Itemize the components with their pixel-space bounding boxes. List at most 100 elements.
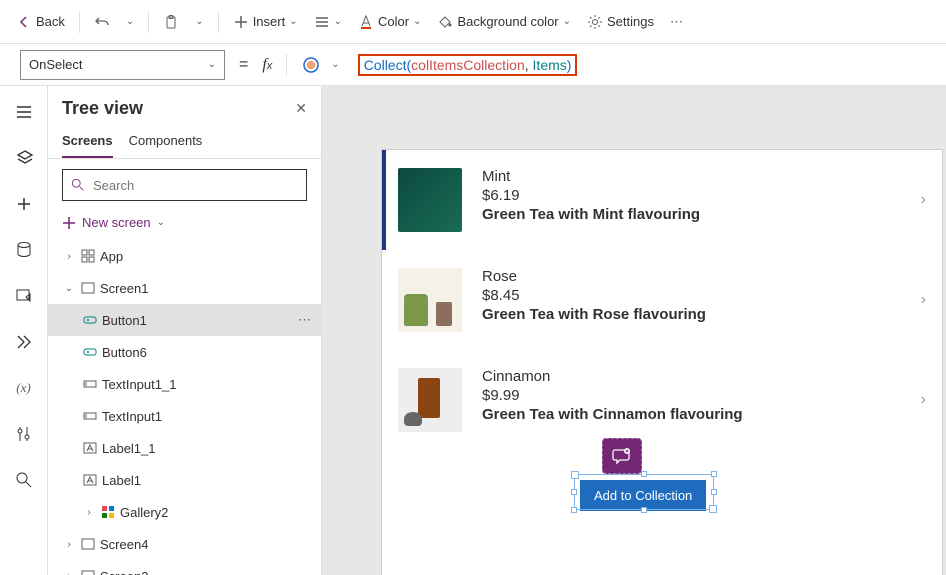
chevron-right-icon[interactable]: › [921,291,926,309]
formula-bar: OnSelect ⌄ = fx ⌄ Collect(colItemsCollec… [0,44,946,86]
copilot-icon[interactable] [301,55,321,75]
tree-node-screen1[interactable]: ⌄ Screen1 [48,272,321,304]
screen-icon [80,568,96,575]
data-button[interactable] [8,234,40,266]
new-screen-button[interactable]: New screen ⌄ [48,211,321,240]
tree-search[interactable] [62,169,307,201]
left-rail: (x) [0,86,48,575]
settings-button[interactable]: Settings [581,10,660,34]
product-price: $9.99 [482,387,922,404]
button-icon [82,344,98,360]
list-button[interactable]: ⌄ [308,10,348,34]
clipboard-icon [163,14,179,30]
bucket-icon [437,14,453,30]
tree-node-textinput1-1[interactable]: TextInput1_1 [48,368,321,400]
product-description: Green Tea with Cinnamon flavouring [482,406,922,423]
tree-node-app[interactable]: › App [48,240,321,272]
tree-node-button1[interactable]: Button1 ⋯ [48,304,321,336]
tree-node-screen4[interactable]: › Screen4 [48,528,321,560]
tree-node-label1[interactable]: Label1 [48,464,321,496]
textinput-icon [82,408,98,424]
advanced-tools-button[interactable] [8,418,40,450]
back-label: Back [36,14,65,29]
tree-view-button[interactable] [8,142,40,174]
main-area: (x) Tree view ✕ Screens Components New s… [0,86,946,575]
ellipsis-icon: ⋯ [670,14,685,30]
plus-icon [62,216,76,230]
chevron-right-icon[interactable]: › [82,507,96,518]
arrow-left-icon [16,14,32,30]
hamburger-icon [15,103,33,121]
color-button[interactable]: Color ⌄ [352,10,427,34]
screen-canvas[interactable]: Mint $6.19 Green Tea with Mint flavourin… [382,150,942,575]
textinput-icon [82,376,98,392]
tree-node-gallery2[interactable]: › Gallery2 [48,496,321,528]
chevron-right-icon[interactable]: › [921,391,926,409]
power-automate-button[interactable] [8,326,40,358]
gallery[interactable]: Mint $6.19 Green Tea with Mint flavourin… [382,150,942,450]
media-button[interactable] [8,280,40,312]
formula-input[interactable]: Collect(colItemsCollection, Items) [350,50,926,80]
property-selector[interactable]: OnSelect ⌄ [20,50,225,80]
search-input[interactable] [93,178,298,193]
media-icon [15,287,33,305]
tree-node-label1-1[interactable]: Label1_1 [48,432,321,464]
paste-button[interactable] [157,10,185,34]
overflow-button[interactable]: ⋯ [664,10,691,34]
tree-node-textinput1[interactable]: TextInput1 [48,400,321,432]
insert-button[interactable]: Insert ⌄ [227,10,304,34]
canvas-area[interactable]: Mint $6.19 Green Tea with Mint flavourin… [322,86,946,575]
chat-button[interactable] [602,438,642,474]
tree-label: Screen4 [100,537,148,552]
product-title: Rose [482,268,922,285]
hamburger-button[interactable] [8,96,40,128]
screen-icon [80,536,96,552]
chevron-down-icon[interactable]: ⌄ [331,59,339,70]
equals-sign: = [235,56,252,74]
label-icon [82,472,98,488]
back-button[interactable]: Back [10,10,71,34]
search-icon [15,471,33,489]
tree-node-button6[interactable]: Button6 [48,336,321,368]
close-icon[interactable]: ✕ [295,100,307,117]
chevron-down-icon[interactable]: ⌄ [62,283,76,294]
variables-button[interactable]: (x) [8,372,40,404]
product-price: $6.19 [482,187,922,204]
product-image [398,368,462,432]
paste-dropdown[interactable]: ⌄ [189,12,209,31]
chevron-right-icon[interactable]: › [921,191,926,209]
gallery-item-text: Rose $8.45 Green Tea with Rose flavourin… [482,268,922,323]
button-icon [82,312,98,328]
tab-components[interactable]: Components [129,125,203,158]
chevron-right-icon[interactable]: › [62,251,76,262]
bgcolor-button[interactable]: Background color ⌄ [431,10,577,34]
gallery-item[interactable]: Rose $8.45 Green Tea with Rose flavourin… [382,250,942,350]
chevron-down-icon: ⌄ [289,16,297,27]
chevron-right-icon[interactable]: › [62,571,76,575]
undo-button[interactable] [88,10,116,34]
tree-node-screen2[interactable]: › Screen2 [48,560,321,575]
add-to-collection-button[interactable]: Add to Collection [580,480,706,511]
chevron-down-icon: ⌄ [157,217,165,228]
chevron-down-icon: ⌄ [195,16,203,27]
chevron-down-icon: ⌄ [563,16,571,27]
product-title: Cinnamon [482,368,922,385]
sliders-icon [15,425,33,443]
bgcolor-label: Background color [457,14,558,29]
plus-icon [15,195,33,213]
tree-label: TextInput1_1 [102,377,176,392]
insert-pane-button[interactable] [8,188,40,220]
fx-icon[interactable]: fx [262,56,272,74]
tree-title: Tree view [62,98,143,119]
gallery-item[interactable]: Cinnamon $9.99 Green Tea with Cinnamon f… [382,350,942,450]
gallery-icon [100,504,116,520]
ellipsis-icon[interactable]: ⋯ [298,312,311,328]
formula-arg2: Items [533,57,567,73]
tab-screens[interactable]: Screens [62,125,113,158]
gallery-item[interactable]: Mint $6.19 Green Tea with Mint flavourin… [382,150,942,250]
gear-icon [587,14,603,30]
chevron-right-icon[interactable]: › [62,539,76,550]
search-button[interactable] [8,464,40,496]
label-icon [82,440,98,456]
undo-dropdown[interactable]: ⌄ [120,12,140,31]
